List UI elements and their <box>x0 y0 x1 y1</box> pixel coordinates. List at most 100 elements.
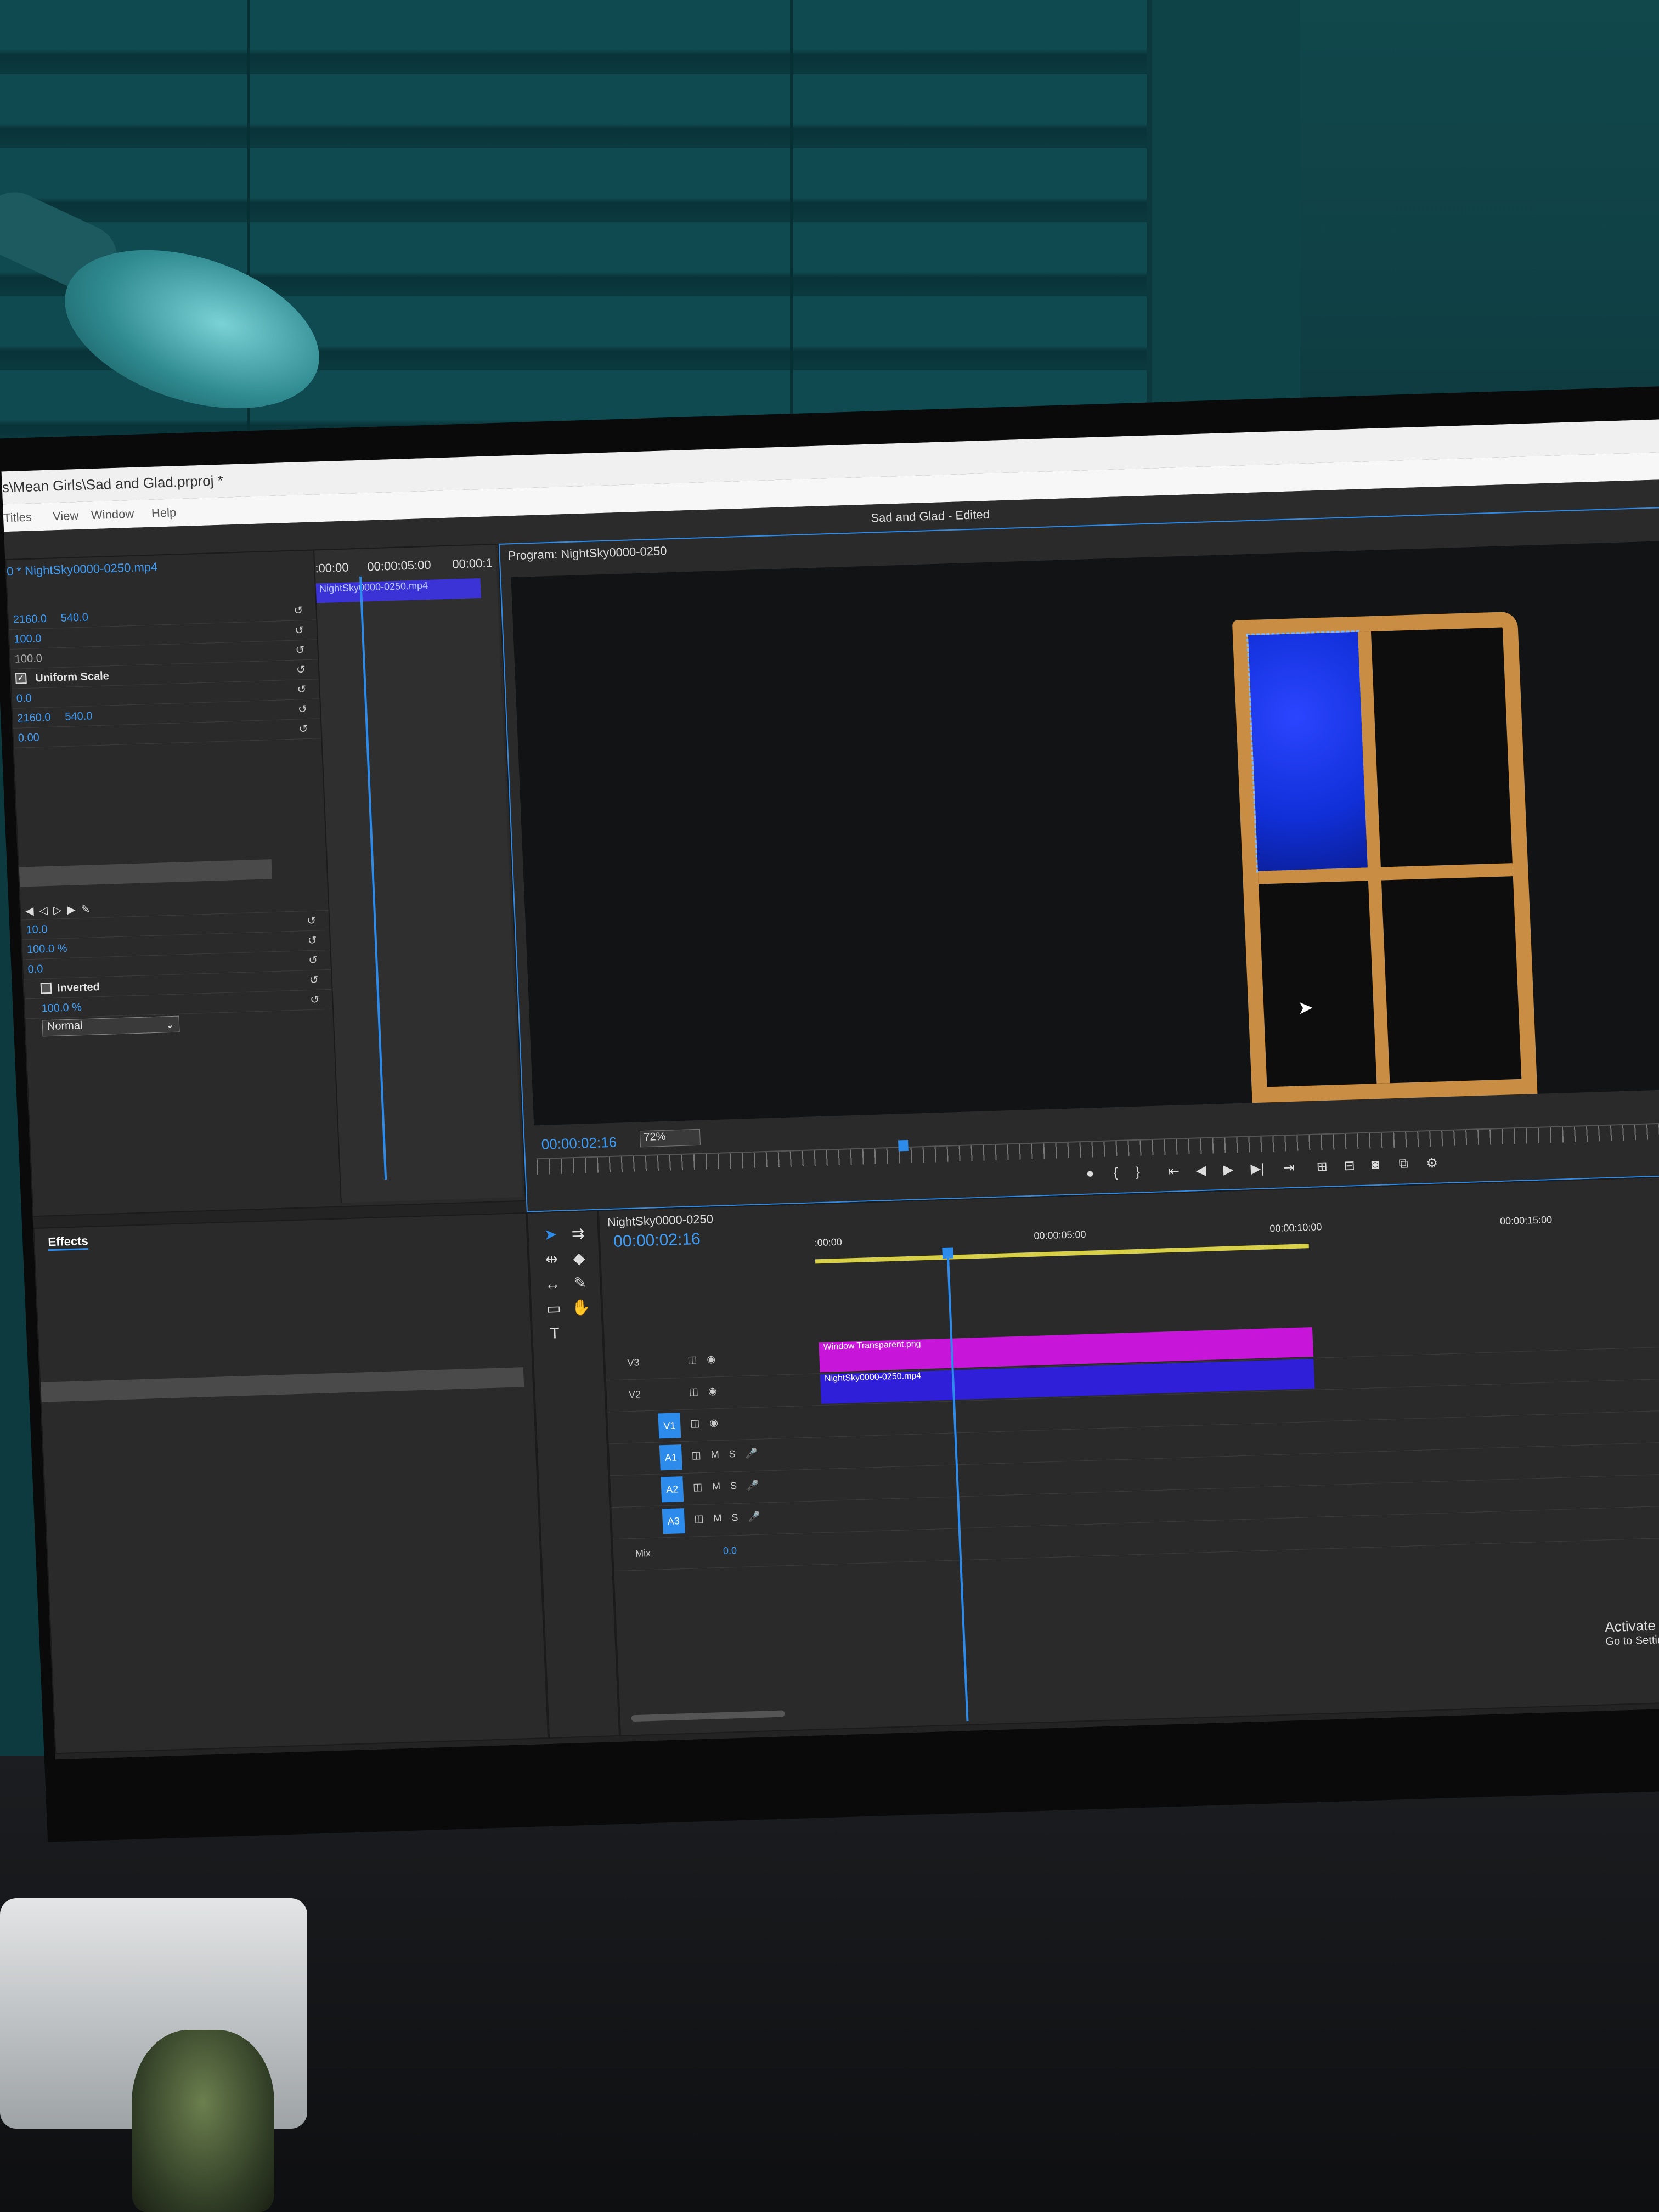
transport-controls: ● { } ⇤ ◀ ▶ ▶| ⇥ ⊞ ⊟ ◙ ⧉ ⚙ <box>1086 1151 1470 1185</box>
night-sky-pane[interactable] <box>1246 630 1370 873</box>
anchor-x[interactable]: 2160.0 <box>17 712 51 725</box>
add-marker-icon[interactable]: ● <box>1086 1166 1094 1181</box>
effects-tab[interactable]: Effects <box>47 1233 89 1251</box>
app3-icon[interactable]: ▲ <box>560 1753 589 1760</box>
blend-mode-value: Normal <box>47 1019 83 1033</box>
reset-icon[interactable]: ↺ <box>295 643 308 657</box>
mask-opacity[interactable]: 100.0 % <box>27 943 67 956</box>
app2-icon[interactable]: ▣ <box>428 1758 458 1760</box>
menu-view[interactable]: View <box>52 509 78 523</box>
program-timecode[interactable]: 00:00:02:16 <box>541 1134 617 1153</box>
camera-icon[interactable]: ◙ <box>1371 1157 1380 1172</box>
reset-icon[interactable]: ↺ <box>297 682 309 696</box>
reset-icon[interactable]: ↺ <box>295 623 307 637</box>
mini-time-start: :00:00 <box>314 560 349 575</box>
mini-clip[interactable]: NightSky0000-0250.mp4 <box>315 578 481 603</box>
reset-icon[interactable]: ↺ <box>309 973 321 987</box>
mini-time-mid: 00:00:05:00 <box>366 557 432 574</box>
mix-value[interactable]: 0.0 <box>723 1545 737 1557</box>
track-target[interactable]: V1 <box>658 1413 681 1439</box>
chevron-down-icon: ⌄ <box>165 1018 175 1031</box>
reset-icon[interactable]: ↺ <box>298 722 311 736</box>
mark-in-icon[interactable]: { <box>1113 1165 1118 1181</box>
type-tool-icon[interactable]: T <box>543 1322 566 1345</box>
uniform-scale-checkbox[interactable]: ✓ <box>15 673 27 684</box>
effects-list-row[interactable] <box>41 1367 524 1402</box>
ruler-tick: 00:00:10:00 <box>1269 1221 1322 1234</box>
figurine <box>132 2030 274 2212</box>
rotation-value[interactable]: 0.0 <box>16 692 32 706</box>
reset-icon[interactable]: ↺ <box>296 663 309 676</box>
mask-track-icons[interactable]: ◀◁▷▶✎ <box>25 902 96 918</box>
ripple-edit-tool-icon[interactable]: ⇹ <box>540 1248 563 1271</box>
rectangle-tool-icon[interactable]: ▭ <box>542 1297 565 1320</box>
reset-icon[interactable]: ↺ <box>307 933 320 947</box>
premiere-icon[interactable]: Pr <box>604 1752 633 1760</box>
timeline-scrollbar[interactable] <box>631 1710 785 1722</box>
scale-width-value[interactable]: 100.0 <box>14 652 42 666</box>
reset-icon[interactable]: ↺ <box>298 702 311 716</box>
go-to-in-icon[interactable]: ⇤ <box>1168 1163 1180 1180</box>
mask-feather[interactable]: 10.0 <box>26 923 48 936</box>
mask-expansion[interactable]: 0.0 <box>27 963 43 976</box>
pen-tool-icon[interactable]: ✎ <box>569 1272 592 1294</box>
program-playhead[interactable] <box>898 1139 909 1152</box>
obs-icon[interactable]: ◐ <box>648 1751 677 1760</box>
video-preview[interactable]: ➤ <box>511 540 1659 1126</box>
step-back-icon[interactable]: ◀ <box>1195 1163 1206 1179</box>
opacity-value[interactable]: 100.0 % <box>41 1001 82 1015</box>
menu-window[interactable]: Window <box>91 507 134 522</box>
inverted-label: Inverted <box>57 981 100 995</box>
visual-studio-icon[interactable]: ∞ <box>736 1748 765 1760</box>
reset-icon[interactable]: ↺ <box>308 953 321 967</box>
track-controls-icon[interactable]: ◫MS🎤 <box>694 1511 770 1525</box>
selection-tool-icon[interactable]: ➤ <box>539 1223 562 1246</box>
anchor-y[interactable]: 540.0 <box>65 710 93 724</box>
blender-icon[interactable]: ◉ <box>472 1756 501 1760</box>
track-target[interactable]: A3 <box>662 1508 685 1534</box>
zoom-value: 72% <box>643 1130 666 1144</box>
effect-controls-panel: 0 * NightSky0000-0250.mp4 2160.0 540.0 ↺… <box>5 543 527 1217</box>
track-controls-icon[interactable]: ◫◉ <box>690 1417 729 1429</box>
mini-playhead[interactable] <box>359 576 387 1180</box>
zoom-select[interactable]: 72% <box>639 1128 701 1148</box>
hand-tool-icon[interactable]: ✋ <box>569 1296 592 1319</box>
razor-tool-icon[interactable]: ◆ <box>568 1247 591 1269</box>
inverted-checkbox[interactable] <box>40 982 52 994</box>
menu-titles[interactable]: Titles <box>3 510 32 526</box>
step-forward-icon[interactable]: ▶| <box>1250 1161 1265 1177</box>
reset-icon[interactable]: ↺ <box>310 992 323 1007</box>
settings-icon[interactable]: ⚙ <box>1426 1155 1438 1172</box>
comparison-view-icon[interactable]: ⧉ <box>1398 1156 1408 1172</box>
after-effects-icon[interactable]: Ae <box>516 1755 545 1760</box>
scale-value[interactable]: 100.0 <box>14 633 42 646</box>
blend-mode-select[interactable]: Normal ⌄ <box>42 1015 180 1037</box>
reset-icon[interactable]: ↺ <box>294 603 306 617</box>
mark-out-icon[interactable]: } <box>1135 1165 1140 1180</box>
track-name: V2 <box>628 1389 641 1401</box>
track-select-tool-icon[interactable]: ⇉ <box>567 1222 590 1245</box>
track-target[interactable]: A2 <box>661 1476 684 1503</box>
position-x[interactable]: 2160.0 <box>13 613 47 627</box>
slip-tool-icon[interactable]: ↔ <box>541 1273 565 1295</box>
track-controls-icon[interactable]: ◫◉ <box>689 1385 727 1398</box>
play-icon[interactable]: ▶ <box>1223 1161 1234 1178</box>
timeline-timecode[interactable]: 00:00:02:16 <box>613 1230 701 1251</box>
lift-icon[interactable]: ⊞ <box>1316 1159 1328 1175</box>
flicker-value[interactable]: 0.00 <box>18 731 40 744</box>
track-controls-icon[interactable]: ◫◉ <box>687 1353 726 1366</box>
position-y[interactable]: 540.0 <box>60 611 88 625</box>
extract-icon[interactable]: ⊟ <box>1344 1158 1355 1174</box>
spotify-icon[interactable]: ≋ <box>692 1750 721 1760</box>
menu-help[interactable]: Help <box>151 505 176 520</box>
mask-path-controls <box>19 857 327 889</box>
sequence-tab[interactable]: NightSky0000-0250 <box>607 1212 713 1229</box>
go-to-out-icon[interactable]: ⇥ <box>1283 1160 1295 1176</box>
track-controls-icon[interactable]: ◫MS🎤 <box>691 1447 768 1461</box>
track-target[interactable]: A1 <box>659 1444 682 1471</box>
program-monitor-panel: Program: NightSky0000-0250 ➤ 00:00:02:16… <box>498 505 1659 1212</box>
track-controls-icon[interactable]: ◫MS🎤 <box>693 1479 769 1493</box>
reset-icon[interactable]: ↺ <box>307 914 319 928</box>
effect-controls-timeline: :00:00 00:00:05:00 00:00:1 NightSky0000-… <box>313 545 523 1203</box>
mini-time-end: 00:00:1 <box>452 556 493 571</box>
